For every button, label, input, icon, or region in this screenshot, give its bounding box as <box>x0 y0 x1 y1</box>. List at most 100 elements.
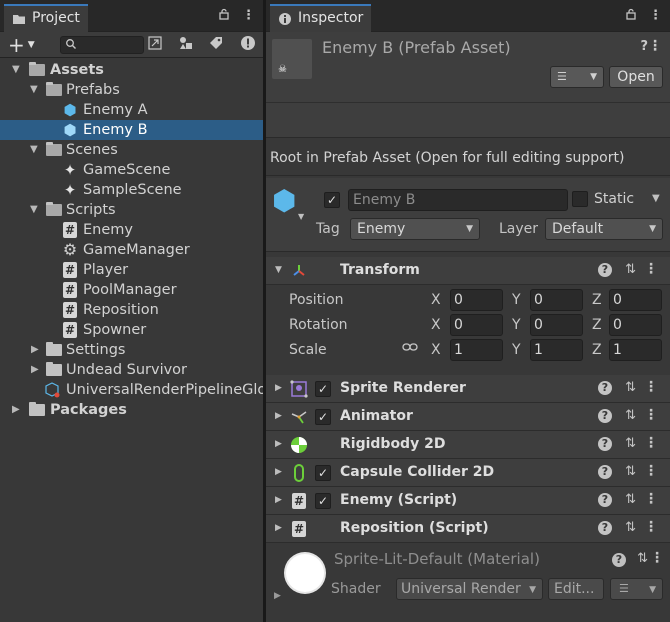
presets-icon[interactable]: ⇅ <box>637 551 648 566</box>
more-options-icon[interactable]: ⋮ <box>644 261 658 277</box>
tree-item-gamemanager[interactable]: ⚙ GameManager <box>0 240 263 260</box>
presets-icon[interactable]: ⇅ <box>625 492 636 507</box>
position-z-field[interactable]: 0 <box>609 289 662 311</box>
search-by-type-icon[interactable] <box>145 35 165 55</box>
collapsed-arrow-icon[interactable]: ▶ <box>31 365 41 375</box>
help-icon[interactable]: ? <box>598 521 612 535</box>
tree-item-samplescene[interactable]: ✦ SampleScene <box>0 180 263 200</box>
more-options-icon[interactable]: ⋮ <box>644 379 658 395</box>
more-options-icon[interactable]: ⋮ <box>242 8 255 24</box>
gameobject-cube-icon[interactable]: ⬢ <box>272 186 300 216</box>
component-enabled-checkbox[interactable]: ✓ <box>315 409 331 425</box>
expanded-arrow-icon[interactable]: ▼ <box>275 265 282 275</box>
presets-icon[interactable]: ⇅ <box>625 464 636 479</box>
position-x-field[interactable]: 0 <box>450 289 503 311</box>
presets-icon[interactable]: ⇅ <box>625 380 636 395</box>
collapsed-arrow-icon[interactable]: ▶ <box>12 405 22 415</box>
collapsed-arrow-icon[interactable]: ▶ <box>275 411 282 421</box>
tree-item-scripts[interactable]: ▼ Scripts <box>0 200 263 220</box>
tree-item-assets[interactable]: ▼ Assets <box>0 60 263 80</box>
tag-dropdown[interactable]: Enemy ▼ <box>350 218 480 240</box>
help-icon[interactable]: ? <box>598 263 612 277</box>
tree-item-scenes[interactable]: ▼ Scenes <box>0 140 263 160</box>
create-button[interactable]: + ▼ <box>8 35 35 55</box>
more-options-icon[interactable]: ⋮ <box>649 8 662 24</box>
tree-item-urp-asset[interactable]: UniversalRenderPipelineGlo <box>0 380 263 400</box>
rotation-z-field[interactable]: 0 <box>609 314 662 336</box>
scale-z-field[interactable]: 1 <box>609 339 662 361</box>
presets-icon[interactable]: ⇅ <box>625 408 636 423</box>
component-transform[interactable]: ▼ Transform ? ⇅ ⋮ <box>266 257 670 285</box>
tree-item-spowner[interactable]: # Spowner <box>0 320 263 340</box>
collapsed-arrow-icon[interactable]: ▶ <box>274 591 281 601</box>
help-icon[interactable]: ? <box>598 409 612 423</box>
chevron-down-icon[interactable]: ▼ <box>298 212 304 221</box>
rotation-x-field[interactable]: 0 <box>450 314 503 336</box>
more-options-icon[interactable]: ⋮ <box>644 407 658 423</box>
tree-item-reposition[interactable]: # Reposition <box>0 300 263 320</box>
help-icon[interactable]: ? <box>598 465 612 479</box>
presets-icon[interactable]: ⇅ <box>625 436 636 451</box>
tree-item-enemy-b[interactable]: ⬢ Enemy B <box>0 120 263 140</box>
component-enabled-checkbox[interactable]: ✓ <box>315 465 331 481</box>
gameobject-name-field[interactable]: Enemy B <box>348 189 568 211</box>
tree-item-poolmanager[interactable]: # PoolManager <box>0 280 263 300</box>
more-options-icon[interactable]: ⋮ <box>648 38 662 54</box>
rotation-y-field[interactable]: 0 <box>530 314 583 336</box>
collapsed-arrow-icon[interactable]: ▶ <box>275 495 282 505</box>
help-icon[interactable]: ? <box>598 493 612 507</box>
component-sprite-renderer[interactable]: ▶ ✓ Sprite Renderer ? ⇅ ⋮ <box>266 375 670 403</box>
active-checkbox[interactable]: ✓ <box>324 192 340 208</box>
collapsed-arrow-icon[interactable]: ▶ <box>31 345 41 355</box>
static-dropdown-icon[interactable]: ▼ <box>652 193 660 204</box>
component-rigidbody-2d[interactable]: ▶ Rigidbody 2D ? ⇅ ⋮ <box>266 431 670 459</box>
more-options-icon[interactable]: ⋮ <box>644 435 658 451</box>
collapsed-arrow-icon[interactable]: ▶ <box>275 523 282 533</box>
tree-item-prefabs[interactable]: ▼ Prefabs <box>0 80 263 100</box>
tree-item-player[interactable]: # Player <box>0 260 263 280</box>
collapsed-arrow-icon[interactable]: ▶ <box>275 439 282 449</box>
more-options-icon[interactable]: ⋮ <box>644 519 658 535</box>
filter-by-type-icon[interactable] <box>176 35 196 55</box>
inspector-tab[interactable]: Inspector <box>270 4 372 32</box>
tree-item-settings[interactable]: ▶ Settings <box>0 340 263 360</box>
expanded-arrow-icon[interactable]: ▼ <box>30 145 40 155</box>
collapsed-arrow-icon[interactable]: ▶ <box>275 383 282 393</box>
link-icon[interactable] <box>402 341 418 357</box>
more-options-icon[interactable]: ⋮ <box>644 463 658 479</box>
layer-dropdown[interactable]: Default ▼ <box>545 218 663 240</box>
presets-icon[interactable]: ⇅ <box>625 262 636 277</box>
material-options-dropdown[interactable]: ☰ ▼ <box>610 578 663 600</box>
component-reposition-script[interactable]: ▶ # Reposition (Script) ? ⇅ ⋮ <box>266 515 670 543</box>
shader-dropdown[interactable]: Universal Render ▼ <box>396 578 543 600</box>
project-tab[interactable]: Project <box>4 4 88 32</box>
warning-icon[interactable] <box>238 35 258 55</box>
tree-item-enemy-script[interactable]: # Enemy <box>0 220 263 240</box>
help-icon[interactable]: ? <box>612 553 626 567</box>
tree-item-packages[interactable]: ▶ Packages <box>0 400 263 420</box>
tree-item-gamescene[interactable]: ✦ GameScene <box>0 160 263 180</box>
more-options-icon[interactable]: ⋮ <box>650 550 664 566</box>
scale-y-field[interactable]: 1 <box>530 339 583 361</box>
tree-item-enemy-a[interactable]: ⬢ Enemy A <box>0 100 263 120</box>
lock-icon[interactable] <box>218 8 230 24</box>
component-animator[interactable]: ▶ ✓ Animator ? ⇅ ⋮ <box>266 403 670 431</box>
lock-icon[interactable] <box>625 8 637 24</box>
component-enabled-checkbox[interactable]: ✓ <box>315 493 331 509</box>
more-options-icon[interactable]: ⋮ <box>644 491 658 507</box>
expanded-arrow-icon[interactable]: ▼ <box>30 205 40 215</box>
presets-icon[interactable]: ⇅ <box>625 520 636 535</box>
help-icon[interactable]: ? <box>598 437 612 451</box>
filter-by-label-icon[interactable] <box>206 35 226 55</box>
tree-item-undead-survivor[interactable]: ▶ Undead Survivor <box>0 360 263 380</box>
expanded-arrow-icon[interactable]: ▼ <box>12 65 22 75</box>
collapsed-arrow-icon[interactable]: ▶ <box>275 467 282 477</box>
help-icon[interactable]: ? <box>598 381 612 395</box>
component-enabled-checkbox[interactable]: ✓ <box>315 381 331 397</box>
scale-x-field[interactable]: 1 <box>450 339 503 361</box>
component-enemy-script[interactable]: ▶ # ✓ Enemy (Script) ? ⇅ ⋮ <box>266 487 670 515</box>
open-prefab-button[interactable]: Open <box>609 66 663 88</box>
component-capsule-collider-2d[interactable]: ▶ ✓ Capsule Collider 2D ? ⇅ ⋮ <box>266 459 670 487</box>
search-input[interactable] <box>60 36 144 54</box>
static-checkbox[interactable] <box>572 191 588 207</box>
